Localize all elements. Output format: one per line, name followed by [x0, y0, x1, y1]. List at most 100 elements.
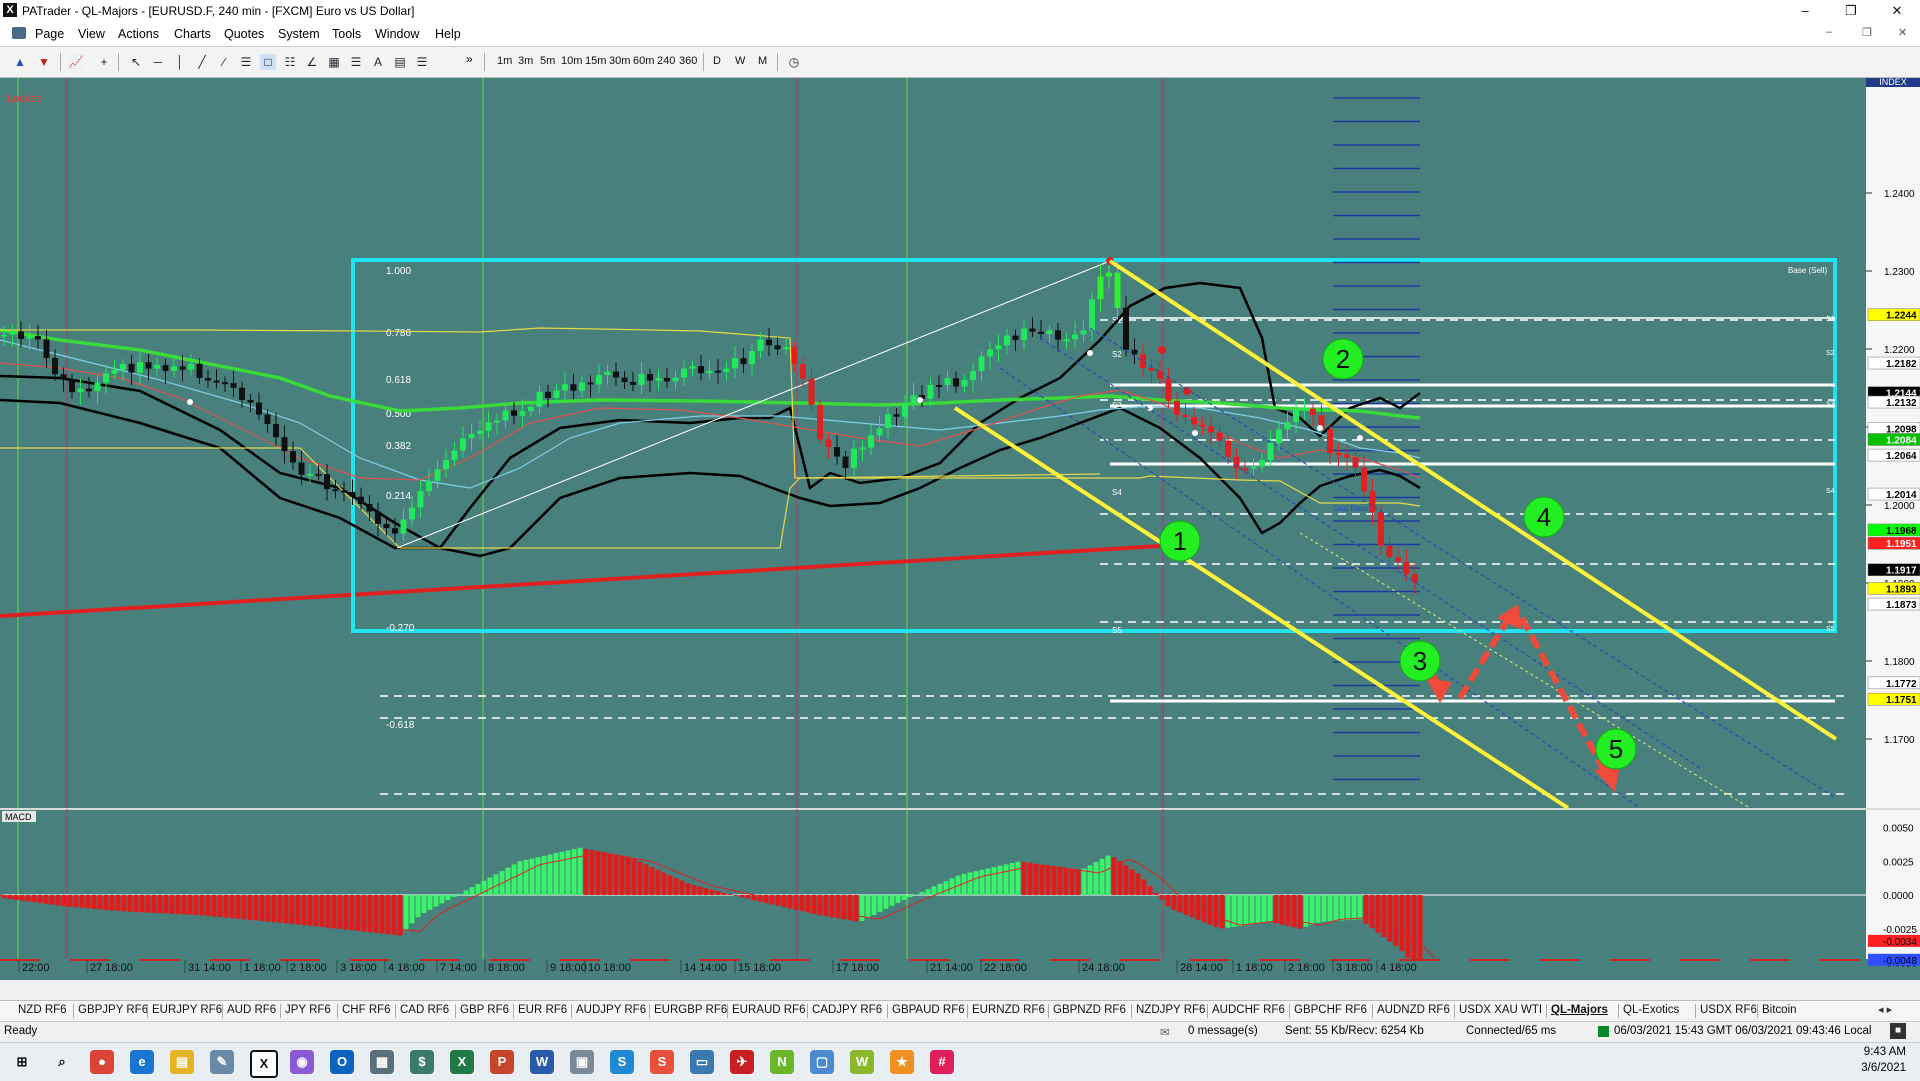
levels-icon[interactable]: ☰	[348, 54, 364, 70]
vline-icon[interactable]: │	[172, 54, 188, 70]
symbol-tab-gbpaud-rf6[interactable]: GBPAUD RF6	[892, 1004, 965, 1016]
mdi-restore-icon[interactable]: ❐	[1862, 26, 1872, 39]
symbol-tab-gbpnzd-rf6[interactable]: GBPNZD RF6	[1053, 1004, 1126, 1016]
rectangle-icon[interactable]: □	[260, 54, 276, 70]
excel-icon[interactable]: X	[450, 1050, 474, 1074]
ruler-icon[interactable]: ▤	[392, 54, 408, 70]
symbol-tab-nzdjpy-rf6[interactable]: NZDJPY RF6	[1136, 1004, 1205, 1016]
grid-icon[interactable]: ▦	[326, 54, 342, 70]
tf-60m[interactable]: 60m	[633, 55, 654, 67]
symbol-tab-jpy-rf6[interactable]: JPY RF6	[285, 1004, 331, 1016]
list-icon[interactable]: ☰	[414, 54, 430, 70]
s-app-icon[interactable]: S	[610, 1050, 634, 1074]
tf-d[interactable]: D	[713, 55, 721, 67]
hline-icon[interactable]: ─	[150, 54, 166, 70]
file-explorer-icon[interactable]: ▤	[170, 1050, 194, 1074]
menu-page[interactable]: Page	[35, 27, 64, 41]
patrader-icon[interactable]: X	[250, 1050, 278, 1078]
symbol-tab-bitcoin[interactable]: Bitcoin	[1762, 1004, 1797, 1016]
slack-icon[interactable]: #	[930, 1050, 954, 1074]
menu-tools[interactable]: Tools	[332, 27, 361, 41]
symbol-tab-eurjpy-rf6[interactable]: EURJPY RF6	[152, 1004, 222, 1016]
word-icon[interactable]: W	[530, 1050, 554, 1074]
symbol-tab-ql-exotics[interactable]: QL-Exotics	[1623, 1004, 1679, 1016]
lock-icon[interactable]: ■	[1890, 1023, 1906, 1039]
symbol-tab-chf-rf6[interactable]: CHF RF6	[342, 1004, 391, 1016]
pen-app-icon[interactable]: ✎	[210, 1050, 234, 1074]
symbol-tab-eur-rf6[interactable]: EUR RF6	[518, 1004, 567, 1016]
sell-icon[interactable]: ▼	[36, 54, 52, 70]
podcast-icon[interactable]: ◉	[290, 1050, 314, 1074]
monitor-app-icon[interactable]: ▭	[690, 1050, 714, 1074]
toolbar-overflow[interactable]: »	[466, 52, 473, 66]
restore-icon[interactable]: ❐	[1828, 0, 1874, 22]
outlook-icon[interactable]: O	[330, 1050, 354, 1074]
symbol-tab-nzd-rf6[interactable]: NZD RF6	[18, 1004, 67, 1016]
symbol-tab-eurnzd-rf6[interactable]: EURNZD RF6	[972, 1004, 1045, 1016]
spark-app-icon[interactable]: ★	[890, 1050, 914, 1074]
symbol-tab-usdx-xau-wti[interactable]: USDX XAU WTI	[1459, 1004, 1542, 1016]
symbol-tab-aud-rf6[interactable]: AUD RF6	[227, 1004, 276, 1016]
menu-charts[interactable]: Charts	[174, 27, 211, 41]
symbol-tab-audjpy-rf6[interactable]: AUDJPY RF6	[576, 1004, 646, 1016]
channel-icon[interactable]: ∕	[216, 54, 232, 70]
minimize-icon[interactable]: –	[1782, 0, 1828, 22]
symbol-tab-gbp-rf6[interactable]: GBP RF6	[460, 1004, 509, 1016]
menu-actions[interactable]: Actions	[118, 27, 159, 41]
menu-view[interactable]: View	[78, 27, 105, 41]
display-app-icon[interactable]: ▢	[810, 1050, 834, 1074]
symbol-tab-usdx-rf6[interactable]: USDX RF6	[1700, 1004, 1757, 1016]
tf-1m[interactable]: 1m	[497, 55, 512, 67]
pointer-icon[interactable]: ↖	[128, 54, 144, 70]
chrome-icon[interactable]: ●	[90, 1050, 114, 1074]
tf-30m[interactable]: 30m	[609, 55, 630, 67]
powerpoint-icon[interactable]: P	[490, 1050, 514, 1074]
symbol-tab-ql-majors[interactable]: QL-Majors	[1551, 1004, 1608, 1016]
tf-3m[interactable]: 3m	[518, 55, 533, 67]
menu-system[interactable]: System	[278, 27, 320, 41]
edge-icon[interactable]: e	[130, 1050, 154, 1074]
n-app-icon[interactable]: N	[770, 1050, 794, 1074]
tab-scroll-icon[interactable]: ◂ ▸	[1878, 1003, 1892, 1016]
menu-quotes[interactable]: Quotes	[224, 27, 264, 41]
tf-w[interactable]: W	[735, 55, 745, 67]
symbol-tab-gbpchf-rf6[interactable]: GBPCHF RF6	[1294, 1004, 1367, 1016]
crosshair-icon[interactable]: +	[96, 54, 112, 70]
search-icon[interactable]: ⌕	[50, 1050, 74, 1074]
tf-240[interactable]: 240	[657, 55, 675, 67]
fib-icon[interactable]: ☰	[238, 54, 254, 70]
symbol-tab-cad-rf6[interactable]: CAD RF6	[400, 1004, 449, 1016]
mail-icon[interactable]: ✉	[1160, 1025, 1170, 1039]
symbol-tab-cadjpy-rf6[interactable]: CADJPY RF6	[812, 1004, 882, 1016]
close-icon[interactable]: ✕	[1874, 0, 1920, 22]
tf-360[interactable]: 360	[679, 55, 697, 67]
bird-app-icon[interactable]: ✈	[730, 1050, 754, 1074]
calculator-icon[interactable]: ▦	[370, 1050, 394, 1074]
clock-icon[interactable]: ◷	[786, 54, 802, 70]
menu-window[interactable]: Window	[375, 27, 419, 41]
gann-icon[interactable]: ☷	[282, 54, 298, 70]
mdi-minimize-icon[interactable]: –	[1826, 26, 1832, 38]
menu-help[interactable]: Help	[435, 27, 461, 41]
mdi-close-icon[interactable]: ✕	[1898, 26, 1907, 39]
w-app-icon[interactable]: W	[850, 1050, 874, 1074]
symbol-tab-euraud-rf6[interactable]: EURAUD RF6	[732, 1004, 805, 1016]
buy-icon[interactable]: ▲	[12, 54, 28, 70]
symbol-tab-audnzd-rf6[interactable]: AUDNZD RF6	[1377, 1004, 1450, 1016]
folder-icon[interactable]: ▣	[570, 1050, 594, 1074]
symbol-tab-audchf-rf6[interactable]: AUDCHF RF6	[1212, 1004, 1285, 1016]
symbol-tab-eurgbp-rf6[interactable]: EURGBP RF6	[654, 1004, 727, 1016]
s-app-2-icon[interactable]: S	[650, 1050, 674, 1074]
tf-15m[interactable]: 15m	[585, 55, 606, 67]
chart-area[interactable]: INDEX Locked 1.0000.	[0, 78, 1920, 980]
tf-m[interactable]: M	[758, 55, 767, 67]
tf-10m[interactable]: 10m	[561, 55, 582, 67]
text-icon[interactable]: A	[370, 54, 386, 70]
windows-start-icon[interactable]: ⊞	[10, 1050, 34, 1074]
tf-5m[interactable]: 5m	[540, 55, 555, 67]
money-app-icon[interactable]: $	[410, 1050, 434, 1074]
symbol-tab-gbpjpy-rf6[interactable]: GBPJPY RF6	[78, 1004, 148, 1016]
fan-icon[interactable]: ∠	[304, 54, 320, 70]
chart-icon[interactable]: 📈	[68, 54, 84, 70]
trendline-icon[interactable]: ╱	[194, 54, 210, 70]
